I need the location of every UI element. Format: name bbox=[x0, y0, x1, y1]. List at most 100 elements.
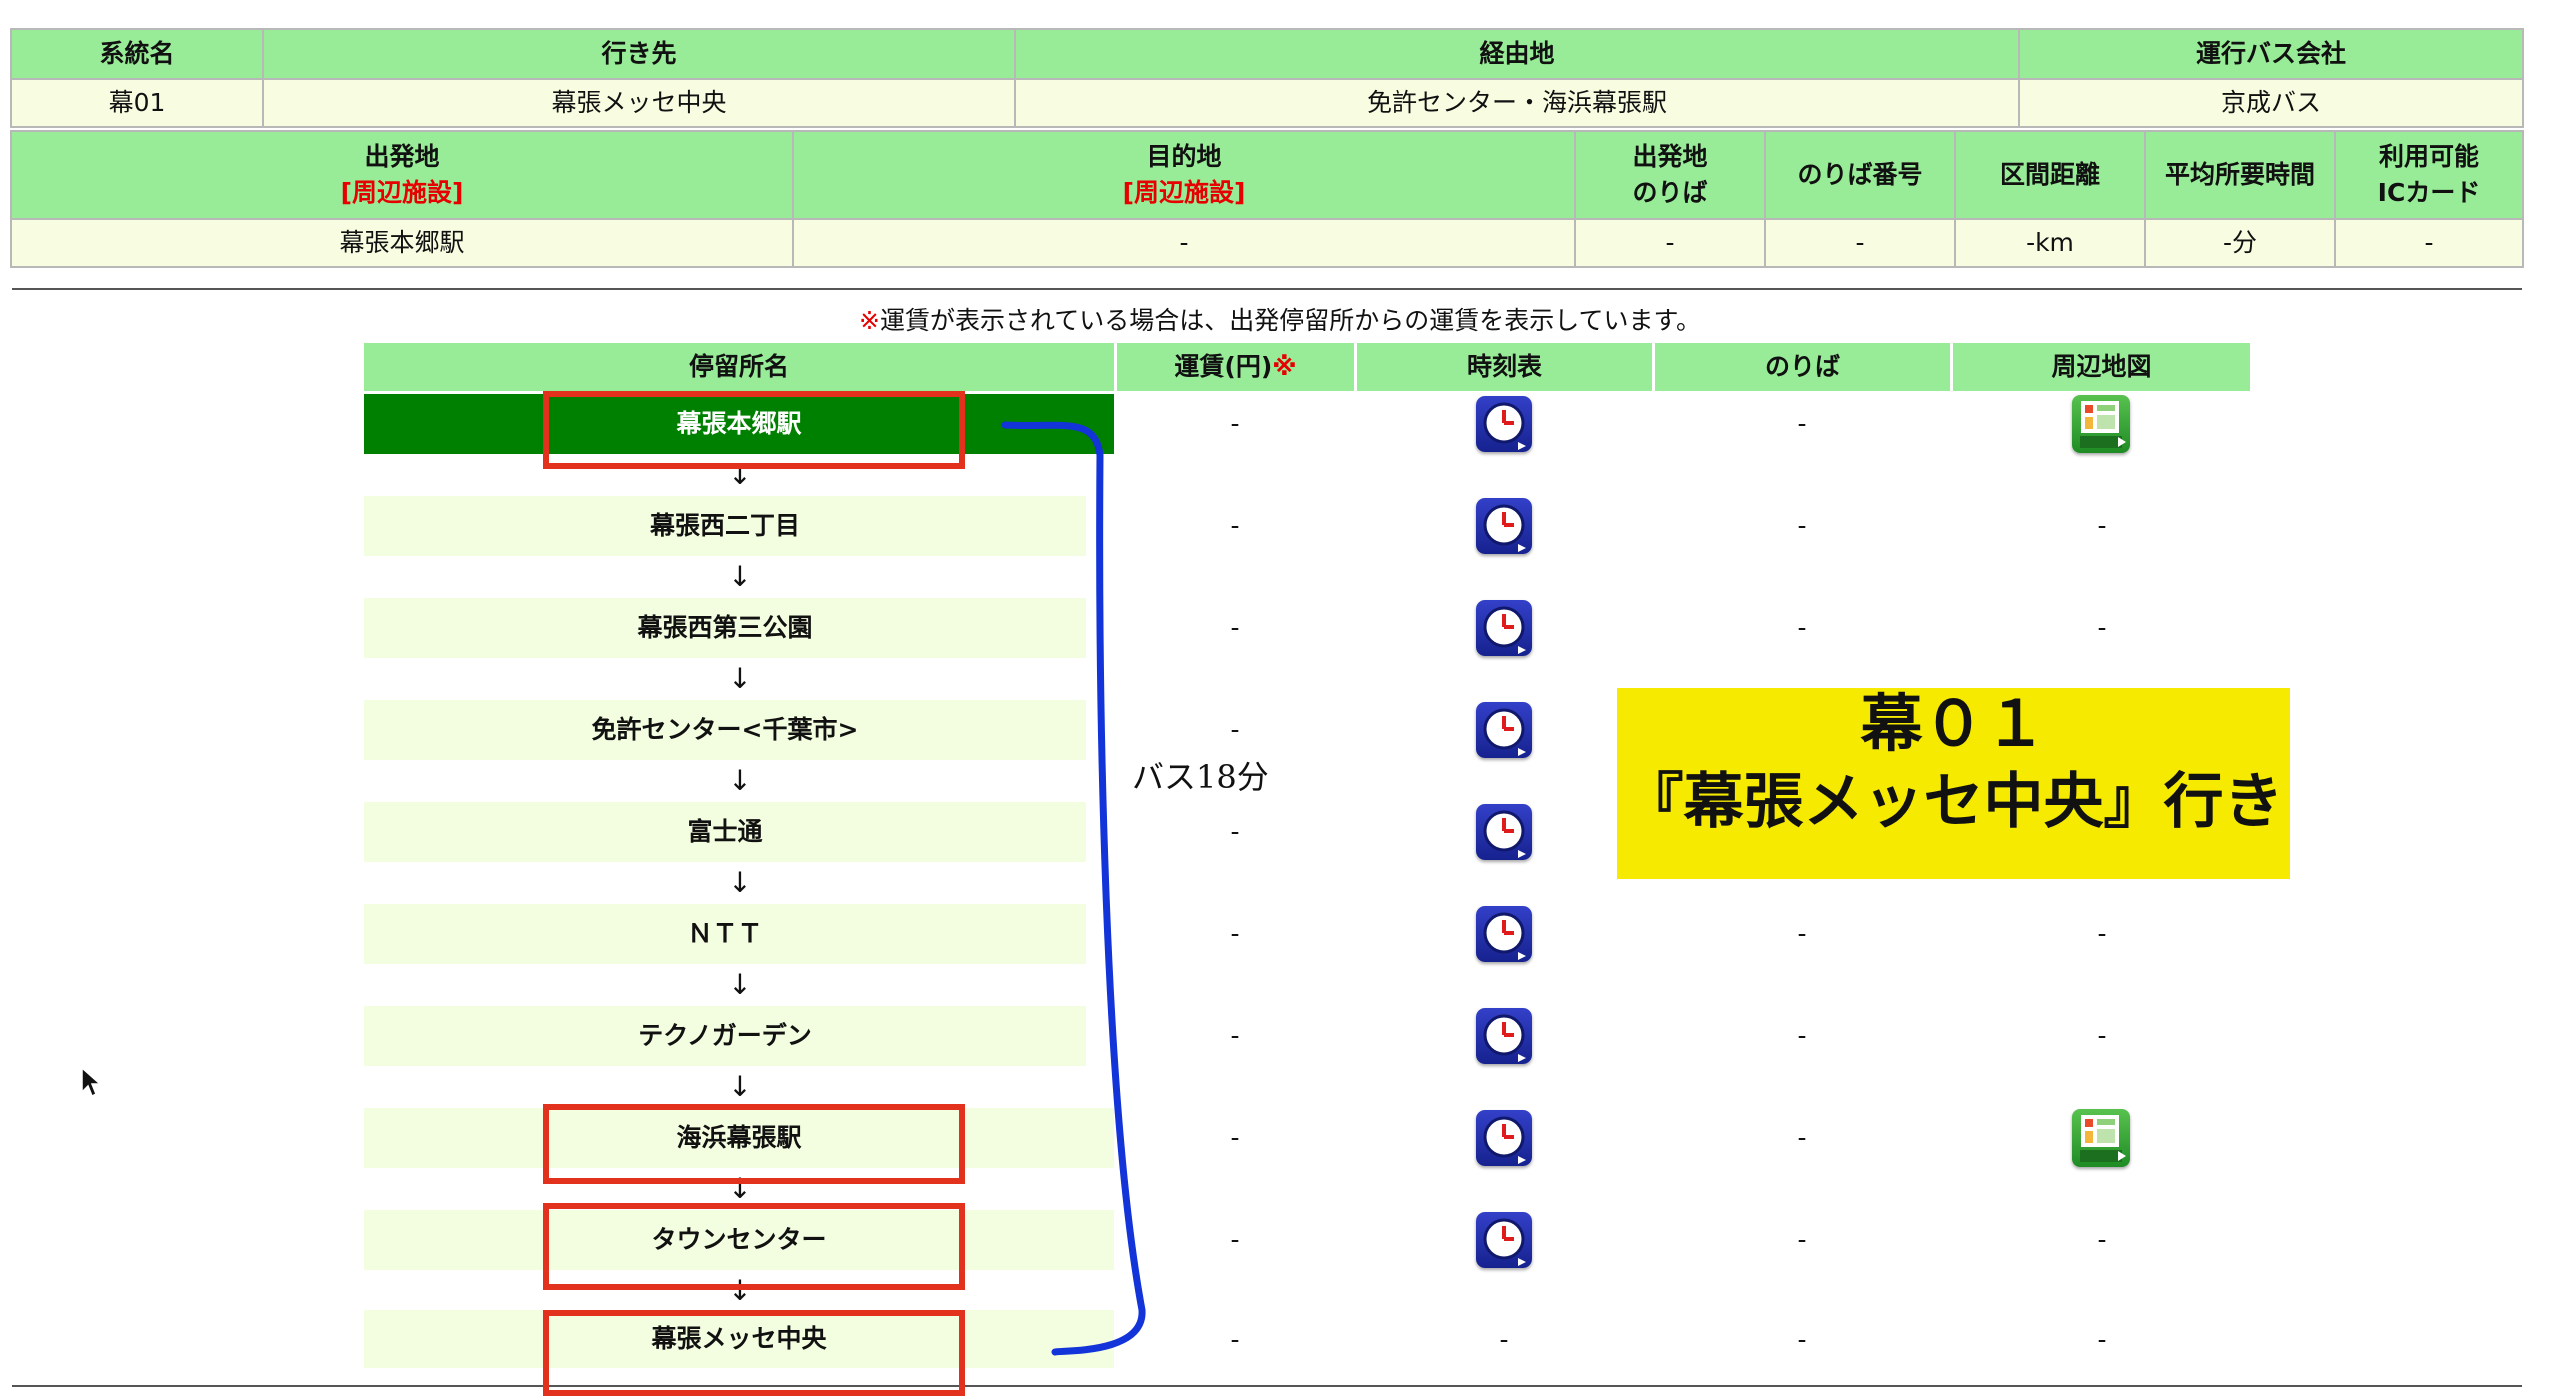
timetable-clock-icon[interactable] bbox=[1476, 600, 1532, 656]
stop-map: - bbox=[2097, 613, 2107, 642]
timetable-clock-icon[interactable] bbox=[1476, 1110, 1532, 1166]
departure-platform-header: 出発地 のりば bbox=[1574, 130, 1766, 220]
highlight-box bbox=[543, 391, 965, 469]
stop-arrow: ↓ bbox=[728, 560, 752, 593]
departure-header: 出発地 [周辺施設] bbox=[10, 130, 794, 220]
stop-platform: - bbox=[1797, 613, 1807, 642]
stops-header-platform: のりば bbox=[1655, 343, 1950, 391]
stop-platform: - bbox=[1797, 1325, 1807, 1354]
bottom-divider bbox=[12, 1385, 2522, 1387]
destination-facilities-link[interactable]: [周辺施設] bbox=[795, 175, 1573, 211]
route-system-value: 幕01 bbox=[10, 78, 264, 128]
stop-name[interactable]: 幕張西二丁目 bbox=[364, 496, 1086, 556]
stop-map: - bbox=[2097, 1225, 2107, 1254]
route-via-value: 免許センター・海浜幕張駅 bbox=[1014, 78, 2020, 128]
timetable-clock-icon[interactable] bbox=[1476, 396, 1532, 452]
ic-card-header: 利用可能 ICカード bbox=[2334, 130, 2524, 220]
ic-card-label-1: 利用可能 bbox=[2378, 141, 2479, 171]
stop-name[interactable]: ＮＴＴ bbox=[364, 904, 1086, 964]
timetable-clock-icon[interactable] bbox=[1476, 498, 1532, 554]
route-header-via: 経由地 bbox=[1014, 28, 2020, 80]
stop-map: - bbox=[2097, 511, 2107, 540]
timetable-clock-icon[interactable] bbox=[1476, 702, 1532, 758]
destination-label: 目的地 bbox=[1146, 141, 1222, 171]
route-destination-value: 幕張メッセ中央 bbox=[262, 78, 1016, 128]
stop-name[interactable]: テクノガーデン bbox=[364, 1006, 1086, 1066]
stop-fare: - bbox=[1230, 715, 1240, 744]
route-header-operator: 運行バス会社 bbox=[2018, 28, 2524, 80]
stop-arrow: ↓ bbox=[728, 662, 752, 695]
stop-platform: - bbox=[1797, 1225, 1807, 1254]
trip-info-table: 出発地 [周辺施設] 目的地 [周辺施設] 出発地 のりば のりば番号 区間距離… bbox=[10, 130, 2524, 268]
stop-platform: - bbox=[1797, 919, 1807, 948]
section-divider bbox=[12, 288, 2522, 290]
route-title-line1: 幕０１ bbox=[1860, 687, 2047, 760]
stop-platform: - bbox=[1797, 511, 1807, 540]
travel-time-bracket bbox=[1001, 421, 1146, 1356]
departure-facilities-link[interactable]: [周辺施設] bbox=[13, 175, 791, 211]
stop-fare: - bbox=[1230, 1021, 1240, 1050]
stop-name[interactable]: 富士通 bbox=[364, 802, 1086, 862]
stop-fare: - bbox=[1230, 1225, 1240, 1254]
stop-timetable: - bbox=[1499, 1325, 1509, 1354]
stops-header-map: 周辺地図 bbox=[1953, 343, 2250, 391]
distance-header: 区間距離 bbox=[1954, 130, 2146, 220]
highlight-box bbox=[543, 1104, 965, 1184]
highlight-box bbox=[543, 1203, 965, 1290]
stop-map: - bbox=[2097, 1021, 2107, 1050]
stop-fare: - bbox=[1230, 919, 1240, 948]
stops-header-timetable: 時刻表 bbox=[1357, 343, 1652, 391]
stop-fare: - bbox=[1230, 511, 1240, 540]
stop-arrow: ↓ bbox=[728, 968, 752, 1001]
stop-platform: - bbox=[1797, 1123, 1807, 1152]
stop-fare: - bbox=[1230, 1123, 1240, 1152]
platform-number-header: のりば番号 bbox=[1764, 130, 1956, 220]
bus-time-annotation: バス18分 bbox=[1132, 758, 1269, 796]
stop-platform: - bbox=[1797, 1021, 1807, 1050]
route-title-line2: 『幕張メッセ中央』行き bbox=[1623, 767, 2284, 837]
stop-fare: - bbox=[1230, 817, 1240, 846]
departure-platform-value: - bbox=[1574, 218, 1766, 268]
stop-name[interactable]: 免許センター<千葉市> bbox=[364, 700, 1086, 760]
route-info-table: 系統名 行き先 経由地 運行バス会社 幕01 幕張メッセ中央 免許センター・海浜… bbox=[10, 28, 2524, 128]
timetable-clock-icon[interactable] bbox=[1476, 1008, 1532, 1064]
stops-header-name: 停留所名 bbox=[364, 343, 1114, 391]
timetable-clock-icon[interactable] bbox=[1476, 804, 1532, 860]
highlight-box bbox=[543, 1310, 965, 1396]
stop-arrow: ↓ bbox=[728, 1070, 752, 1103]
stops-header-fare-label: 運賃(円) bbox=[1174, 352, 1273, 381]
avg-time-header: 平均所要時間 bbox=[2144, 130, 2336, 220]
route-header-system: 系統名 bbox=[10, 28, 264, 80]
departure-platform-label-1: 出発地 bbox=[1632, 141, 1708, 171]
stop-arrow: ↓ bbox=[728, 764, 752, 797]
route-title-overlay: 幕０１ 『幕張メッセ中央』行き bbox=[1617, 688, 2290, 879]
departure-value: 幕張本郷駅 bbox=[10, 218, 794, 268]
distance-value: -km bbox=[1954, 218, 2146, 268]
timetable-clock-icon[interactable] bbox=[1476, 1212, 1532, 1268]
stop-name[interactable]: 幕張西第三公園 bbox=[364, 598, 1086, 658]
ic-card-value: - bbox=[2334, 218, 2524, 268]
destination-value: - bbox=[792, 218, 1576, 268]
route-header-destination: 行き先 bbox=[262, 28, 1016, 80]
fare-notice: ※運賃が表示されている場合は、出発停留所からの運賃を表示しています。 bbox=[0, 304, 2560, 338]
ic-card-label-2: ICカード bbox=[2377, 178, 2481, 207]
stop-fare: - bbox=[1230, 409, 1240, 438]
stop-map: - bbox=[2097, 1325, 2107, 1354]
timetable-clock-icon[interactable] bbox=[1476, 906, 1532, 962]
stop-fare: - bbox=[1230, 613, 1240, 642]
map-icon[interactable] bbox=[2072, 395, 2130, 453]
map-icon[interactable] bbox=[2072, 1109, 2130, 1167]
stop-map: - bbox=[2097, 919, 2107, 948]
avg-time-value: -分 bbox=[2144, 218, 2336, 268]
notice-text: 運賃が表示されている場合は、出発停留所からの運賃を表示しています。 bbox=[879, 306, 1701, 335]
departure-label: 出発地 bbox=[364, 141, 440, 171]
stop-fare: - bbox=[1230, 1325, 1240, 1354]
stop-arrow: ↓ bbox=[728, 866, 752, 899]
stops-header-fare-mark: ※ bbox=[1272, 352, 1297, 381]
departure-platform-label-2: のりば bbox=[1632, 178, 1708, 207]
stop-platform: - bbox=[1797, 409, 1807, 438]
mouse-pointer-icon bbox=[80, 1066, 104, 1104]
stops-header-fare: 運賃(円)※ bbox=[1117, 343, 1354, 391]
route-operator-value: 京成バス bbox=[2018, 78, 2524, 128]
platform-number-value: - bbox=[1764, 218, 1956, 268]
